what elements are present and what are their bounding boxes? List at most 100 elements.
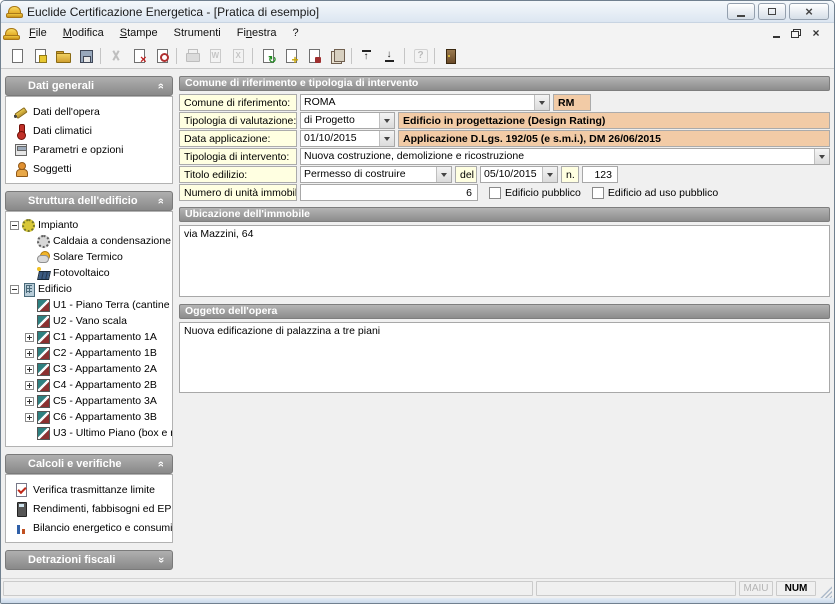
- menu-stampe[interactable]: Stampe: [112, 25, 166, 41]
- tree-item-u1[interactable]: U1 - Piano Terra (cantine e: [6, 297, 172, 313]
- expander-minus-icon[interactable]: [10, 285, 19, 294]
- arrow-bottom-icon: [382, 48, 398, 64]
- menu-file[interactable]: File: [21, 25, 55, 41]
- help-button[interactable]: [408, 45, 431, 67]
- numero-titolo-input[interactable]: 123: [582, 166, 618, 183]
- mdi-close-button[interactable]: [808, 26, 824, 40]
- tree-item-caldaia[interactable]: Caldaia a condensazione: [6, 233, 172, 249]
- exit-button[interactable]: [438, 45, 461, 67]
- sidebar-item-verifica-trasmittanze[interactable]: Verifica trasmittanze limite: [6, 480, 172, 499]
- chevron-down-icon[interactable]: [379, 131, 394, 146]
- section-header[interactable]: Dati generali »: [5, 76, 173, 96]
- status-panel-main: [3, 581, 533, 596]
- chevron-icon[interactable]: »: [155, 461, 167, 467]
- tree-item-impianto[interactable]: Impianto: [6, 217, 172, 233]
- expander-plus-icon[interactable]: [25, 397, 34, 406]
- sidebar-item-dati-opera[interactable]: Dati dell'opera: [6, 102, 172, 121]
- menu-strumenti[interactable]: Strumenti: [166, 25, 229, 41]
- titolo-edilizio-combo[interactable]: Permesso di costruire: [300, 166, 452, 183]
- section-header[interactable]: Struttura dell'edificio »: [5, 191, 173, 211]
- comune-riferimento-combo[interactable]: ROMA: [300, 94, 550, 111]
- tree-item-fotovoltaico[interactable]: Fotovoltaico: [6, 265, 172, 281]
- open-practice-button[interactable]: [28, 45, 51, 67]
- edificio-uso-pubblico-group: Edificio ad uso pubblico: [584, 184, 718, 201]
- search-document-button[interactable]: [150, 45, 173, 67]
- edificio-uso-pubblico-checkbox[interactable]: [592, 187, 604, 199]
- numero-unita-input[interactable]: 6: [300, 184, 478, 201]
- chevron-icon[interactable]: »: [155, 557, 167, 563]
- tipologia-valutazione-label: Tipologia di valutazione:: [179, 112, 297, 129]
- edificio-pubblico-checkbox[interactable]: [489, 187, 501, 199]
- mdi-restore-button[interactable]: [788, 26, 804, 40]
- tipologia-intervento-label: Tipologia di intervento:: [179, 148, 297, 165]
- sidebar-item-parametri-opzioni[interactable]: Parametri e opzioni: [6, 140, 172, 159]
- export-word-button[interactable]: [203, 45, 226, 67]
- page-import-icon: [260, 48, 276, 64]
- expand-all-button[interactable]: [378, 45, 401, 67]
- tree-item-c4[interactable]: C4 - Appartamento 2B: [6, 377, 172, 393]
- section-header[interactable]: Calcoli e verifiche »: [5, 454, 173, 474]
- menu-bar: FileModificaStampeStrumenti Finestra?: [1, 23, 834, 43]
- cut-icon: [108, 48, 124, 64]
- tree-item-u2[interactable]: U2 - Vano scala: [6, 313, 172, 329]
- duplicate-button[interactable]: [325, 45, 348, 67]
- ubicazione-textarea[interactable]: via Mazzini, 64: [179, 225, 830, 297]
- tree-item-u3[interactable]: U3 - Ultimo Piano (box e ripo: [6, 425, 172, 441]
- export-excel-button[interactable]: [226, 45, 249, 67]
- tree-item-c2[interactable]: C2 - Appartamento 1B: [6, 345, 172, 361]
- menu-finestra[interactable]: Finestra: [229, 25, 285, 41]
- status-bar: MAIU NUM: [1, 578, 834, 598]
- open-folder-button[interactable]: [51, 45, 74, 67]
- sidebar-item-bilancio-energetico[interactable]: Bilancio energetico e consumi: [6, 518, 172, 537]
- data-applicazione-combo[interactable]: 01/10/2015: [300, 130, 395, 147]
- close-button[interactable]: [789, 3, 829, 20]
- oggetto-textarea[interactable]: Nuova edificazione di palazzina a tre pi…: [179, 322, 830, 393]
- data-titolo-combo[interactable]: 05/10/2015: [480, 166, 558, 183]
- tree-item-c3[interactable]: C3 - Appartamento 2A: [6, 361, 172, 377]
- expander-minus-icon[interactable]: [10, 221, 19, 230]
- mdi-minimize-button[interactable]: [768, 26, 784, 40]
- maximize-button[interactable]: [758, 3, 786, 20]
- menu-item-label: Finestra: [237, 27, 277, 39]
- tree-item-label: Impianto: [38, 219, 78, 231]
- tree-item-c1[interactable]: C1 - Appartamento 1A: [6, 329, 172, 345]
- save-button[interactable]: [74, 45, 97, 67]
- sidebar-item-dati-climatici[interactable]: Dati climatici: [6, 121, 172, 140]
- new-document-button[interactable]: [5, 45, 28, 67]
- page-w-icon: [207, 48, 223, 64]
- export-pdf-button[interactable]: [302, 45, 325, 67]
- resize-grip[interactable]: [819, 585, 832, 598]
- delete-document-button[interactable]: [127, 45, 150, 67]
- tree-item-solare-termico[interactable]: Solare Termico: [6, 249, 172, 265]
- expander-plus-icon[interactable]: [25, 349, 34, 358]
- chevron-icon[interactable]: »: [155, 83, 167, 89]
- chevron-down-icon[interactable]: [379, 113, 394, 128]
- tree-item-edificio[interactable]: Edificio: [6, 281, 172, 297]
- tipologia-intervento-combo[interactable]: Nuova costruzione, demolizione e ricostr…: [300, 148, 830, 165]
- tree-item-c6[interactable]: C6 - Appartamento 3B: [6, 409, 172, 425]
- expander-plus-icon[interactable]: [25, 333, 34, 342]
- chevron-down-icon[interactable]: [542, 167, 557, 182]
- expander-plus-icon[interactable]: [25, 413, 34, 422]
- tree-item-c5[interactable]: C5 - Appartamento 3A: [6, 393, 172, 409]
- form-row-intervento: Tipologia di intervento: Nuova costruzio…: [179, 148, 830, 165]
- print-button[interactable]: [180, 45, 203, 67]
- collapse-all-button[interactable]: [355, 45, 378, 67]
- expander-plus-icon[interactable]: [25, 365, 34, 374]
- section-header[interactable]: Detrazioni fiscali »: [5, 550, 173, 570]
- tipologia-valutazione-combo[interactable]: di Progetto: [300, 112, 395, 129]
- chevron-icon[interactable]: »: [155, 198, 167, 204]
- chevron-down-icon[interactable]: [534, 95, 549, 110]
- menu-modifica[interactable]: Modifica: [55, 25, 112, 41]
- sidebar-item-rendimenti-fabbisogni[interactable]: Rendimenti, fabbisogni ed EP: [6, 499, 172, 518]
- chevron-down-icon[interactable]: [814, 149, 829, 164]
- import-data-button[interactable]: [256, 45, 279, 67]
- minimize-button[interactable]: [727, 3, 755, 20]
- add-document-button[interactable]: [279, 45, 302, 67]
- chevron-down-icon[interactable]: [436, 167, 451, 182]
- menu-help[interactable]: ?: [284, 25, 306, 41]
- sidebar-item-soggetti[interactable]: Soggetti: [6, 159, 172, 178]
- unit-icon: [37, 299, 50, 312]
- expander-plus-icon[interactable]: [25, 381, 34, 390]
- cut-button[interactable]: [104, 45, 127, 67]
